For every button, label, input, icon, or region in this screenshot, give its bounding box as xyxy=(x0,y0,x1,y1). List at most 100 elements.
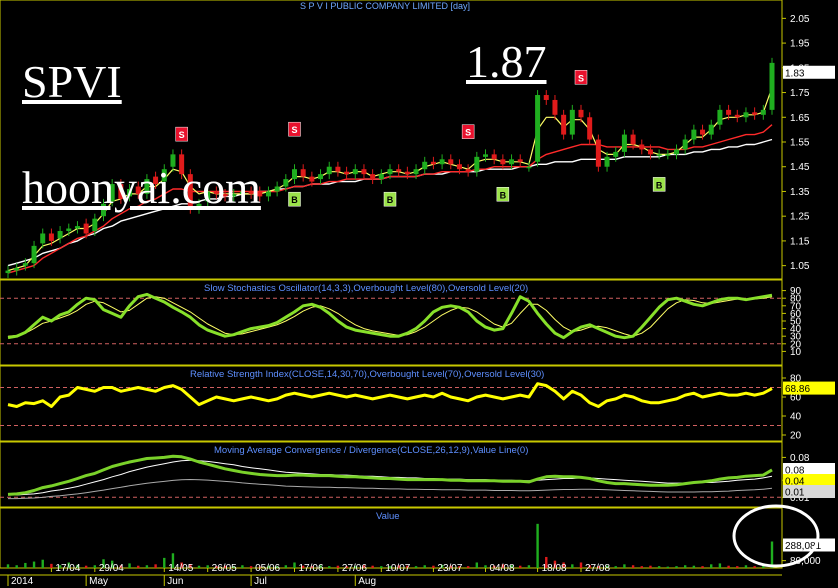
value-bar xyxy=(692,565,696,568)
candle-body xyxy=(752,112,758,115)
value-bar xyxy=(649,565,652,568)
stochastic-k-line xyxy=(7,292,773,340)
value-bar xyxy=(571,564,574,568)
value-bar xyxy=(145,565,149,568)
candle-body xyxy=(569,109,575,135)
date-tick-label: 29/04 xyxy=(99,563,124,574)
price-last-value-label: 1.83 xyxy=(785,68,805,79)
candle-body xyxy=(300,169,306,177)
rsi-panel: 80604020Relative Strength Index(CLOSE,14… xyxy=(0,365,835,442)
date-tick-label: 27/06 xyxy=(342,563,367,574)
candle-body xyxy=(483,154,488,157)
candle-body xyxy=(578,109,584,118)
candle-body xyxy=(700,129,706,135)
value-bar xyxy=(657,566,661,568)
value-bar xyxy=(744,565,748,568)
candle-body xyxy=(621,134,627,152)
chart-canvas: 2.051.951.851.751.651.551.451.351.251.15… xyxy=(0,0,835,587)
value-bar xyxy=(519,565,522,568)
candle-body xyxy=(604,156,610,167)
candle-body xyxy=(422,161,428,170)
date-tick-label: 05/06 xyxy=(255,563,280,574)
highlight-circle xyxy=(732,504,820,568)
candle-body xyxy=(517,159,523,162)
value-volume-panel: 80,000288,081Value xyxy=(0,504,835,569)
value-bar xyxy=(93,565,97,568)
candle-body xyxy=(448,159,454,165)
candle-body xyxy=(413,169,419,175)
chart-title: S P V I PUBLIC COMPANY LIMITED [day] xyxy=(299,1,471,11)
candle-body xyxy=(22,263,28,266)
value-bar xyxy=(675,566,678,568)
candle-body xyxy=(474,156,480,172)
value-bar xyxy=(380,566,383,568)
candle-body xyxy=(595,139,601,167)
stochastic-panel: 908070605040302010Slow Stochastics Oscil… xyxy=(0,279,802,366)
value-bar xyxy=(614,566,617,568)
price-panel-frame xyxy=(0,0,783,280)
signal-label: B xyxy=(500,190,507,200)
value-bar xyxy=(50,563,53,568)
candle-body xyxy=(760,109,766,115)
date-tick-label: 18/08 xyxy=(542,563,567,574)
rsi-axis-tick-label: 20 xyxy=(790,431,802,442)
date-tick-label: 23/07 xyxy=(437,563,462,574)
date-tick-label: 17/04 xyxy=(55,563,80,574)
value-panel-title: Value xyxy=(376,511,400,522)
candle-body xyxy=(665,154,671,156)
last-price-overlay: 1.87 xyxy=(466,36,547,87)
value-bar xyxy=(414,566,418,568)
candle-body xyxy=(439,159,445,165)
candle-body xyxy=(404,171,410,175)
value-bar xyxy=(371,565,374,568)
value-bar xyxy=(15,565,18,568)
value-bar xyxy=(710,564,713,568)
value-bar xyxy=(197,565,201,568)
candle-body xyxy=(48,233,54,241)
macd-panel-title: Moving Average Convergence / Divergence(… xyxy=(214,445,528,456)
candle-body xyxy=(83,223,89,234)
candle-body xyxy=(561,114,567,135)
value-bar xyxy=(475,562,479,568)
candle-body xyxy=(430,161,436,165)
value-bar xyxy=(579,562,583,568)
value-bar xyxy=(284,565,288,568)
macd-axis-tick-label: 0.08 xyxy=(790,453,810,464)
candle-body xyxy=(396,169,402,172)
price-axis-tick-label: 1.05 xyxy=(790,261,810,272)
candle-body xyxy=(344,171,350,175)
candle-body xyxy=(656,154,662,156)
candle-body xyxy=(613,151,619,157)
signal-label: S xyxy=(578,73,584,83)
candle-body xyxy=(500,159,506,165)
price-axis-tick-label: 1.45 xyxy=(790,162,810,173)
value-bar xyxy=(163,557,166,568)
candle-body xyxy=(14,268,20,271)
value-bar xyxy=(423,565,426,568)
value-bar xyxy=(536,523,539,568)
value-bar xyxy=(24,562,27,568)
stochastic-panel-title: Slow Stochastics Oscillator(14,3,3),Over… xyxy=(204,283,528,294)
price-panel: 2.051.951.851.751.651.551.451.351.251.15… xyxy=(0,0,835,280)
candle-body xyxy=(274,186,280,192)
value-bar xyxy=(249,566,253,568)
price-axis-tick-label: 2.05 xyxy=(790,14,810,25)
candle-body xyxy=(387,169,393,175)
candle-body xyxy=(31,245,37,264)
value-bar xyxy=(770,541,774,568)
candle-body xyxy=(647,149,653,155)
value-bar xyxy=(84,565,88,568)
candle-body xyxy=(691,129,697,140)
month-tick-label: 2014 xyxy=(11,576,34,587)
value-bar xyxy=(718,563,722,568)
value-bar xyxy=(753,566,756,568)
x-axis: 17/04 29/04 14/05 26/05 05/06 17/06 27/06 10/07… xyxy=(0,563,782,587)
candle-body xyxy=(717,109,723,125)
candle-body xyxy=(92,218,98,232)
value-bar xyxy=(241,565,244,568)
price-axis-tick-label: 1.65 xyxy=(790,113,810,124)
rsi-panel-title: Relative Strength Index(CLOSE,14,30,70),… xyxy=(190,369,544,380)
value-bar xyxy=(137,565,140,568)
price-axis-tick-label: 1.95 xyxy=(790,39,810,50)
signal-label: B xyxy=(387,195,394,205)
